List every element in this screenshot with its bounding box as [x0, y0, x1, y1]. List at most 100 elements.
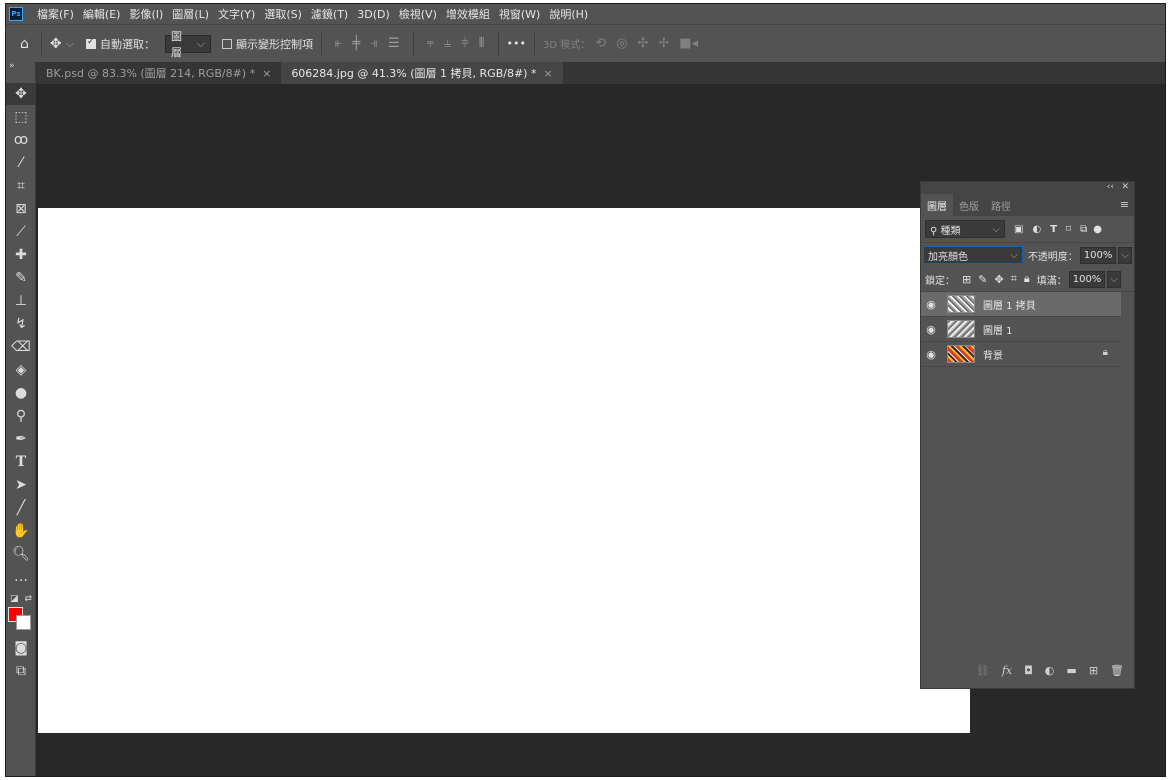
- menu-window[interactable]: 視窗(W): [499, 6, 540, 22]
- align-center-horizontal-icon[interactable]: ╪: [352, 36, 360, 51]
- stamp-tool-icon[interactable]: ⊥: [6, 290, 36, 312]
- zoom-tool-icon[interactable]: 🔍︎: [6, 543, 36, 565]
- tab-606284-jpg[interactable]: 606284.jpg @ 41.3% (圖層 1 拷貝, RGB/8#) * ×: [281, 62, 563, 84]
- line-tool-icon[interactable]: ╱: [6, 497, 36, 519]
- filter-shape-icon[interactable]: ⌑: [1066, 224, 1071, 235]
- align-bottom-icon[interactable]: ⫩: [461, 36, 468, 51]
- menu-filter[interactable]: 濾鏡(T): [311, 6, 348, 22]
- filter-toggle-icon[interactable]: ●: [1093, 224, 1102, 235]
- filter-smart-object-icon[interactable]: ⧉: [1080, 224, 1087, 235]
- tab-paths[interactable]: 路徑: [985, 194, 1017, 216]
- align-right-icon[interactable]: ⫣: [370, 36, 378, 51]
- menu-layer[interactable]: 圖層(L): [172, 6, 209, 22]
- frame-tool-icon[interactable]: ⊠: [6, 198, 36, 220]
- trash-icon[interactable]: 🗑︎: [1110, 664, 1124, 677]
- adjustment-layer-icon[interactable]: ◐: [1045, 664, 1055, 677]
- more-options-button[interactable]: •••: [507, 37, 526, 50]
- brush-tool-icon[interactable]: ✎: [6, 267, 36, 289]
- lock-all-icon[interactable]: 🔒︎: [1024, 272, 1030, 286]
- distribute-horizontal-icon[interactable]: ⦀: [479, 36, 485, 51]
- blend-mode-dropdown[interactable]: 加亮顏色 ⌵: [923, 246, 1023, 264]
- magic-wand-tool-icon[interactable]: ⁄: [6, 152, 36, 174]
- new-layer-icon[interactable]: ⊞: [1089, 664, 1098, 677]
- menu-file[interactable]: 檔案(F): [37, 6, 74, 22]
- healing-brush-tool-icon[interactable]: ✚: [6, 244, 36, 266]
- fx-icon[interactable]: fx: [1002, 664, 1012, 677]
- lock-image-icon[interactable]: ✎: [978, 273, 987, 286]
- default-colors-icon[interactable]: ◪: [10, 594, 19, 604]
- tab-layers[interactable]: 圖層: [921, 194, 953, 216]
- paint-bucket-tool-icon[interactable]: ◈: [6, 359, 36, 381]
- layer-row[interactable]: ◉ 圖層 1: [921, 317, 1121, 342]
- 3d-pan-icon[interactable]: ✣: [637, 36, 648, 51]
- pen-tool-icon[interactable]: ✒: [6, 428, 36, 450]
- home-icon[interactable]: ⌂: [20, 36, 29, 52]
- close-icon[interactable]: ✕: [1121, 182, 1129, 192]
- filter-kind-dropdown[interactable]: ⚲ 種類 ⌵: [925, 220, 1005, 238]
- visibility-eye-icon[interactable]: ◉: [921, 348, 941, 361]
- tab-channels[interactable]: 色版: [953, 194, 985, 216]
- align-left-icon[interactable]: ⫦: [335, 36, 342, 51]
- layer-row[interactable]: ◉ 圖層 1 拷貝: [921, 292, 1121, 317]
- lock-artboard-icon[interactable]: ⌗: [1011, 272, 1017, 286]
- marquee-tool-icon[interactable]: ⬚: [6, 106, 36, 128]
- close-icon[interactable]: ×: [262, 67, 271, 80]
- lock-position-icon[interactable]: ✥: [994, 273, 1003, 286]
- visibility-eye-icon[interactable]: ◉: [921, 323, 941, 336]
- menu-type[interactable]: 文字(Y): [218, 6, 255, 22]
- opacity-input[interactable]: 100%: [1079, 246, 1117, 264]
- path-selection-tool-icon[interactable]: ➤: [6, 474, 36, 496]
- align-middle-vertical-icon[interactable]: ⫨: [444, 36, 451, 51]
- 3d-roll-icon[interactable]: ◎: [616, 36, 627, 51]
- add-mask-icon[interactable]: ◘: [1024, 664, 1033, 677]
- tool-preset-chevron-icon[interactable]: ⌵: [66, 37, 74, 51]
- filter-pixel-icon[interactable]: ▣: [1014, 224, 1023, 235]
- collapse-panel-icon[interactable]: ‹‹: [1107, 182, 1114, 192]
- link-layers-icon[interactable]: ⛓: [976, 664, 990, 677]
- eraser-tool-icon[interactable]: ⌫: [6, 336, 36, 358]
- move-tool-icon[interactable]: ✥: [6, 83, 36, 105]
- auto-select-target-dropdown[interactable]: 圖層 ⌵: [164, 30, 211, 59]
- dodge-tool-icon[interactable]: ⚲: [6, 405, 36, 427]
- 3d-slide-icon[interactable]: ✢: [658, 36, 669, 51]
- layer-lock-icon[interactable]: 🔒︎: [1103, 347, 1108, 358]
- background-color-swatch[interactable]: [16, 615, 31, 630]
- 3d-orbit-icon[interactable]: ⟲: [595, 36, 606, 51]
- filter-type-icon[interactable]: T: [1050, 224, 1057, 235]
- close-icon[interactable]: ×: [543, 67, 552, 80]
- screen-mode-icon[interactable]: ⧉: [6, 660, 36, 682]
- hand-tool-icon[interactable]: ✋: [6, 520, 36, 542]
- move-tool-icon[interactable]: ✥: [50, 36, 62, 52]
- layer-row[interactable]: ◉ 背景 🔒︎: [921, 342, 1121, 367]
- 3d-camera-icon[interactable]: ■◂: [679, 36, 698, 51]
- menu-edit[interactable]: 編輯(E): [83, 6, 121, 22]
- lock-transparent-icon[interactable]: ⊞: [962, 273, 971, 286]
- eyedropper-tool-icon[interactable]: ⟋: [6, 221, 36, 243]
- menu-image[interactable]: 影像(I): [129, 6, 163, 22]
- visibility-eye-icon[interactable]: ◉: [921, 298, 941, 311]
- opacity-slider-toggle-icon[interactable]: ⌵: [1118, 246, 1132, 264]
- history-brush-tool-icon[interactable]: ↯: [6, 313, 36, 335]
- expand-toolbar-icon[interactable]: »: [9, 61, 15, 71]
- blur-tool-icon[interactable]: ●: [6, 382, 36, 404]
- auto-select-checkbox[interactable]: [85, 37, 96, 49]
- align-top-icon[interactable]: ⫧: [427, 36, 434, 51]
- fill-slider-toggle-icon[interactable]: ⌵: [1107, 270, 1121, 288]
- new-group-icon[interactable]: ▬: [1066, 664, 1076, 677]
- edit-toolbar-icon[interactable]: …: [6, 566, 36, 588]
- fill-input[interactable]: 100%: [1068, 270, 1106, 288]
- menu-view[interactable]: 檢視(V): [399, 6, 437, 22]
- menu-plugins[interactable]: 增效模組: [446, 6, 490, 22]
- panel-menu-icon[interactable]: ≡: [1120, 198, 1129, 211]
- menu-3d[interactable]: 3D(D): [357, 8, 390, 21]
- tab-bk-psd[interactable]: BK.psd @ 83.3% (圖層 214, RGB/8#) * ×: [36, 62, 281, 84]
- menu-help[interactable]: 說明(H): [549, 6, 588, 22]
- filter-adjustment-icon[interactable]: ◐: [1032, 224, 1041, 235]
- lasso-tool-icon[interactable]: ꝏ: [6, 129, 36, 151]
- crop-tool-icon[interactable]: ⌗: [6, 175, 36, 197]
- menu-select[interactable]: 選取(S): [264, 6, 302, 22]
- quick-mask-icon[interactable]: ◙: [6, 637, 36, 659]
- type-tool-icon[interactable]: T: [6, 451, 36, 473]
- document-canvas[interactable]: [38, 208, 970, 733]
- distribute-vertical-icon[interactable]: ☰: [388, 36, 400, 51]
